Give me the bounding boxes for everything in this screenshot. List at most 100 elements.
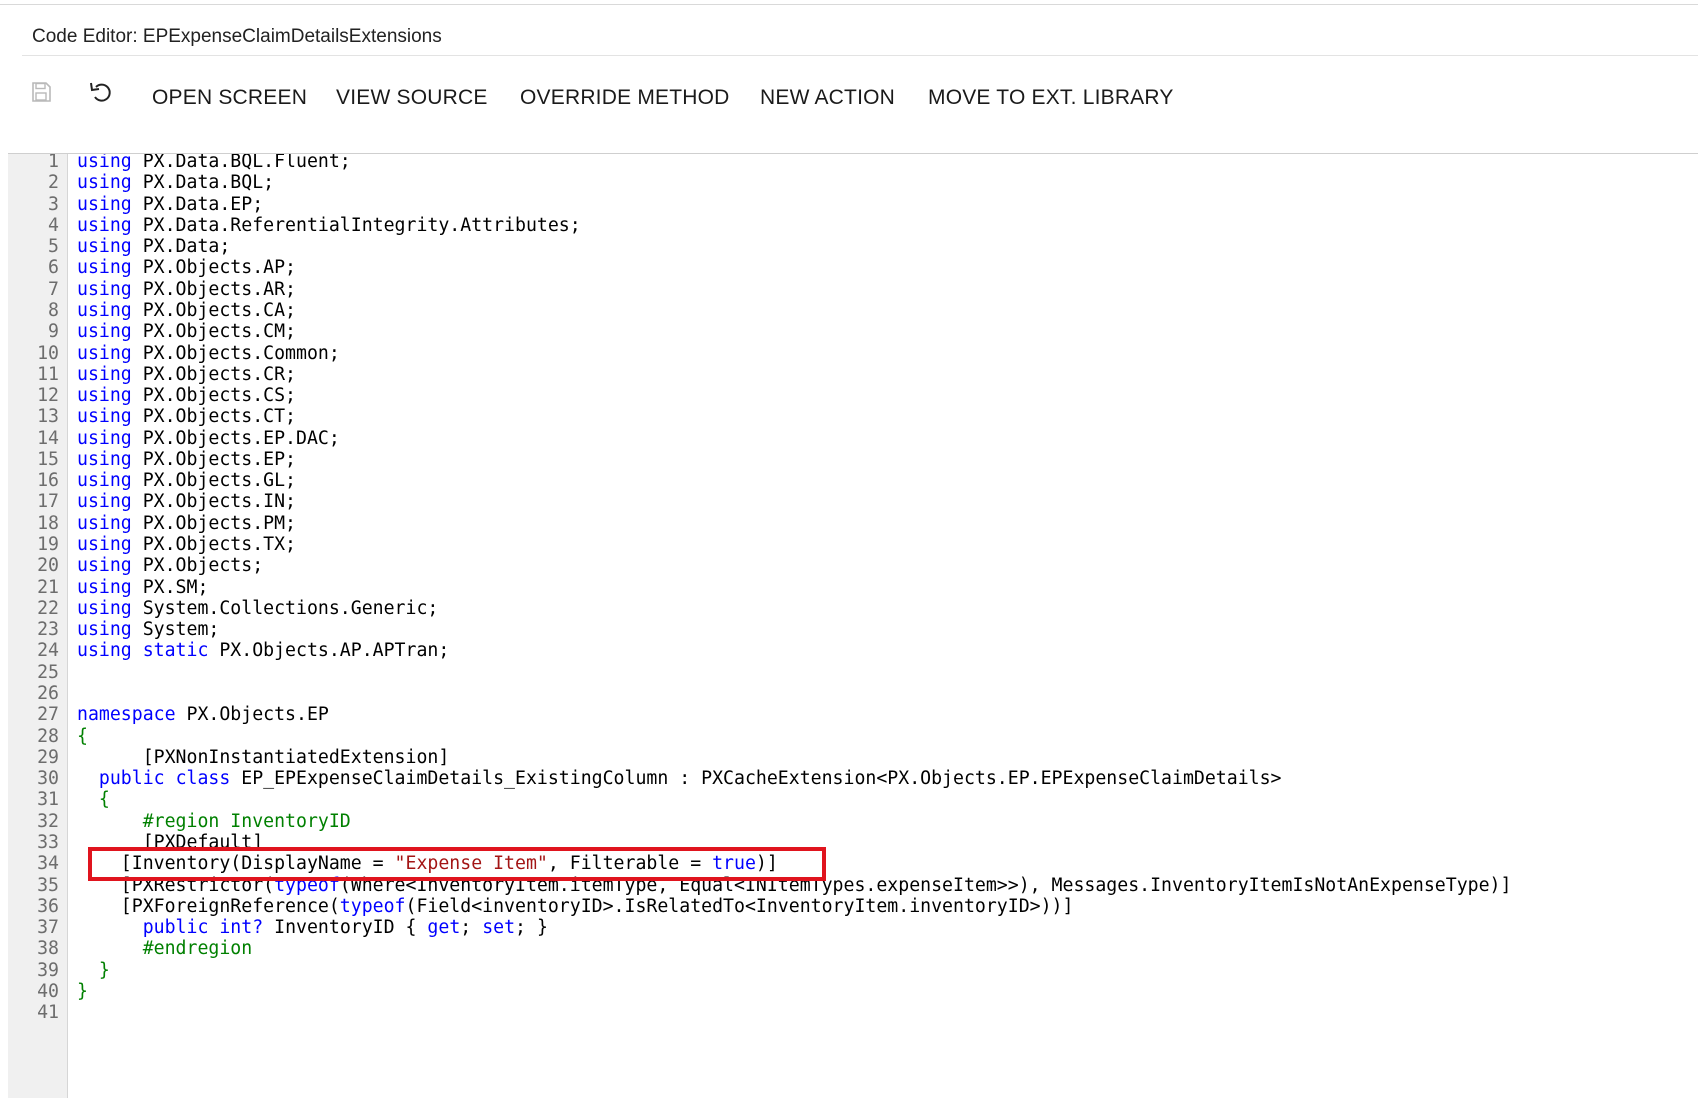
line-number: 21 [37,576,59,598]
code-line[interactable]: 37 public int? InventoryID { get; set; } [8,916,1698,939]
code-line[interactable]: 22 using System.Collections.Generic; [8,597,1698,620]
code-line[interactable]: 28 { [8,725,1698,748]
code-token: using [77,299,132,321]
line-number: 20 [37,555,59,577]
line-number: 34 [37,853,59,875]
code-line[interactable]: 34 [Inventory(DisplayName = "Expense Ite… [8,852,1698,875]
code-token: get [427,917,461,939]
code-line[interactable]: 18 using PX.Objects.PM; [8,512,1698,535]
code-token: using [77,172,132,194]
code-token: typeof [339,895,406,917]
code-text: using PX.Objects.EP.DAC; [77,427,340,450]
code-line[interactable]: 20 using PX.Objects; [8,554,1698,577]
line-number: 4 [48,214,59,236]
code-token: int? [219,917,264,939]
code-token: PX.Objects.AR; [131,278,296,300]
code-line[interactable]: 39 } [8,959,1698,982]
code-text: using PX.SM; [77,576,208,599]
code-token: namespace [77,704,176,726]
undo-icon[interactable] [86,77,116,107]
code-line[interactable]: 19 using PX.Objects.TX; [8,533,1698,556]
code-text: } [77,980,88,1003]
code-token: PX.Objects.IN; [131,491,296,513]
override-method-button[interactable]: OVERRIDE METHOD [520,86,730,110]
code-token: PX.Objects; [131,555,264,577]
code-text: using PX.Objects.TX; [77,533,296,556]
code-text: using PX.Data.BQL; [77,171,274,194]
code-text: [PXForeignReference(typeof(Field<invento… [77,895,1074,918]
code-token: [PXForeignReference( [77,895,340,917]
code-line[interactable]: 10 using PX.Objects.Common; [8,342,1698,365]
code-line[interactable]: 2 using PX.Data.BQL; [8,171,1698,194]
code-token: (Where<InventoryItem.itemType, Equal<INI… [339,874,1512,896]
code-line[interactable]: 25 [8,661,1698,684]
code-token: PX.Data; [131,236,231,258]
code-line[interactable]: 16 using PX.Objects.GL; [8,469,1698,492]
code-token: PX.Objects.CR; [131,363,296,385]
code-line[interactable]: 26 [8,682,1698,705]
code-line[interactable]: 30 public class EP_EPExpenseClaimDetails… [8,767,1698,790]
code-token: using [77,534,132,556]
code-line[interactable]: 6 using PX.Objects.AP; [8,256,1698,279]
code-line[interactable]: 27 namespace PX.Objects.EP [8,703,1698,726]
code-token: using [77,214,132,236]
code-line[interactable]: 35 [PXRestrictor(typeof(Where<InventoryI… [8,874,1698,897]
code-line[interactable]: 24 using static PX.Objects.AP.APTran; [8,639,1698,662]
code-line[interactable]: 14 using PX.Objects.EP.DAC; [8,427,1698,450]
move-to-ext-library-button[interactable]: MOVE TO EXT. LIBRARY [928,86,1174,110]
new-action-button[interactable]: NEW ACTION [760,86,895,110]
code-line[interactable]: 29 [PXNonInstantiatedExtension] [8,746,1698,769]
code-token: PX.Objects.EP [175,704,329,726]
line-number: 41 [37,1002,59,1024]
code-token: using [77,640,132,662]
code-token: using [77,427,132,449]
line-number: 27 [37,704,59,726]
code-line[interactable]: 36 [PXForeignReference(typeof(Field<inve… [8,895,1698,918]
code-token: } [77,980,88,1002]
code-line[interactable]: 21 using PX.SM; [8,576,1698,599]
code-token: public [142,917,209,939]
save-icon[interactable] [26,77,56,107]
code-line[interactable]: 12 using PX.Objects.CS; [8,384,1698,407]
code-line[interactable]: 17 using PX.Objects.IN; [8,490,1698,513]
code-token: using [77,576,132,598]
line-number: 1 [48,154,59,172]
code-line[interactable]: 13 using PX.Objects.CT; [8,405,1698,428]
open-screen-button[interactable]: OPEN SCREEN [152,86,307,110]
code-token: { [77,789,110,811]
code-line[interactable]: 1 using PX.Data.BQL.Fluent; [8,154,1698,173]
code-line[interactable]: 9 using PX.Objects.CM; [8,320,1698,343]
code-token: [PXRestrictor( [77,874,275,896]
code-text: public class EP_EPExpenseClaimDetails_Ex… [77,767,1282,790]
line-number: 28 [37,725,59,747]
code-line[interactable]: 7 using PX.Objects.AR; [8,278,1698,301]
code-line[interactable]: 38 #endregion [8,937,1698,960]
code-line[interactable]: 4 using PX.Data.ReferentialIntegrity.Attr… [8,214,1698,237]
code-token: [PXDefault] [77,831,264,853]
code-line[interactable]: 41 [8,1001,1698,1024]
code-text: using static PX.Objects.AP.APTran; [77,639,449,662]
line-number: 5 [48,236,59,258]
code-token: using [77,619,132,641]
code-line[interactable]: 31 { [8,788,1698,811]
code-text: #endregion [77,937,253,960]
code-line[interactable]: 15 using PX.Objects.EP; [8,448,1698,471]
code-token: PX.Data.ReferentialIntegrity.Attributes; [131,214,581,236]
code-token: System.Collections.Generic; [131,597,439,619]
code-token: } [77,959,110,981]
code-line[interactable]: 8 using PX.Objects.CA; [8,299,1698,322]
code-line[interactable]: 40} [8,980,1698,1003]
line-number: 37 [37,917,59,939]
code-line[interactable]: 33 [PXDefault] [8,831,1698,854]
code-line[interactable]: 11 using PX.Objects.CR; [8,363,1698,386]
code-line[interactable]: 32 #region InventoryID [8,810,1698,833]
code-token: using [77,257,132,279]
code-line[interactable]: 5 using PX.Data; [8,235,1698,258]
code-line[interactable]: 3 using PX.Data.EP; [8,193,1698,216]
code-line[interactable]: 23 using System; [8,618,1698,641]
view-source-button[interactable]: VIEW SOURCE [336,86,488,110]
code-editor[interactable]: 1 using PX.Data.BQL.Fluent; 2 using PX.Data… [8,154,1698,1098]
